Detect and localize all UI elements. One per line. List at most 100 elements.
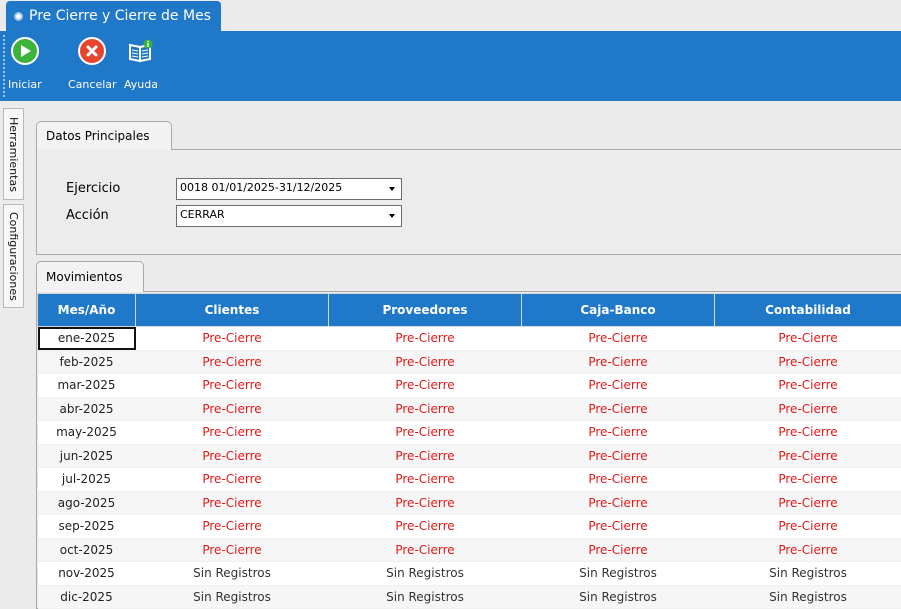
status-cell[interactable]: Pre-Cierre [135,491,329,515]
status-cell[interactable]: Pre-Cierre [521,514,715,539]
grid-header-row: Mes/Año Clientes Proveedores Caja-Banco … [37,293,901,327]
status-cell[interactable]: Sin Registros [521,561,715,586]
status-cell[interactable]: Pre-Cierre [714,444,901,468]
status-cell[interactable]: Pre-Cierre [135,444,329,468]
month-cell[interactable]: feb-2025 [37,350,136,374]
month-cell[interactable]: abr-2025 [37,397,136,421]
status-cell[interactable]: Pre-Cierre [521,444,715,468]
status-cell[interactable]: Pre-Cierre [714,373,901,398]
month-cell[interactable]: oct-2025 [37,538,136,562]
window-title-tab[interactable]: Pre Cierre y Cierre de Mes [6,1,221,31]
column-header[interactable]: Caja-Banco [521,293,715,327]
status-cell[interactable]: Pre-Cierre [135,538,329,562]
ejercicio-value: 0018 01/01/2025-31/12/2025 [180,181,343,194]
table-row[interactable]: may-2025 Pre-Cierre Pre-Cierre Pre-Cierre Pr… [37,420,901,445]
table-row[interactable]: sep-2025 Pre-Cierre Pre-Cierre Pre-Cierre Pr… [37,514,901,539]
tab-herramientas[interactable]: Herramientas [3,108,24,200]
table-row[interactable]: mar-2025 Pre-Cierre Pre-Cierre Pre-Cierre Pr… [37,373,901,398]
status-cell[interactable]: Pre-Cierre [328,397,522,421]
ayuda-button[interactable]: Ayuda [124,37,158,91]
table-row[interactable]: jun-2025 Pre-Cierre Pre-Cierre Pre-Cierre Pr… [37,444,901,468]
status-cell[interactable]: Sin Registros [328,561,522,586]
status-cell[interactable]: Pre-Cierre [135,420,329,445]
status-cell[interactable]: Pre-Cierre [135,373,329,398]
month-cell[interactable]: may-2025 [37,420,136,445]
movimientos-label: Movimientos [46,270,123,284]
accion-select[interactable]: CERRAR [176,205,402,227]
table-row[interactable]: abr-2025 Pre-Cierre Pre-Cierre Pre-Cierre Pr… [37,397,901,421]
status-cell[interactable]: Pre-Cierre [328,444,522,468]
ayuda-label: Ayuda [124,78,158,91]
status-cell[interactable]: Pre-Cierre [328,420,522,445]
status-cell[interactable]: Sin Registros [521,585,715,609]
status-cell[interactable]: Pre-Cierre [135,397,329,421]
toolbar-ribbon: Iniciar Cancelar Ayuda [0,31,901,101]
table-row[interactable]: ago-2025 Pre-Cierre Pre-Cierre Pre-Cierre Pr… [37,491,901,515]
table-row[interactable]: ene-2025 Pre-Cierre Pre-Cierre Pre-Cierre Pr… [37,326,901,351]
status-cell[interactable]: Pre-Cierre [714,397,901,421]
month-cell[interactable]: mar-2025 [37,373,136,398]
column-header[interactable]: Contabilidad [714,293,901,327]
ejercicio-select[interactable]: 0018 01/01/2025-31/12/2025 [176,178,402,200]
table-row[interactable]: nov-2025 Sin Registros Sin Registros Sin Re… [37,561,901,586]
status-cell[interactable]: Pre-Cierre [521,538,715,562]
status-cell[interactable]: Pre-Cierre [521,397,715,421]
month-cell[interactable]: nov-2025 [37,561,136,586]
table-row[interactable]: jul-2025 Pre-Cierre Pre-Cierre Pre-Cierre Pr… [37,467,901,492]
month-cell[interactable]: ene-2025 [37,326,136,351]
table-row[interactable]: dic-2025 Sin Registros Sin Registros Sin Re… [37,585,901,609]
tab-datos-principales[interactable]: Datos Principales [36,121,172,150]
month-cell[interactable]: sep-2025 [37,514,136,539]
status-cell[interactable]: Pre-Cierre [521,373,715,398]
status-cell[interactable]: Pre-Cierre [714,350,901,374]
book-info-icon [127,37,155,65]
status-cell[interactable]: Sin Registros [135,585,329,609]
tab-configuraciones[interactable]: Configuraciones [3,204,24,308]
status-cell[interactable]: Pre-Cierre [521,350,715,374]
tab-movimientos[interactable]: Movimientos [36,261,144,292]
month-cell[interactable]: ago-2025 [37,491,136,515]
status-cell[interactable]: Pre-Cierre [328,467,522,492]
status-cell[interactable]: Pre-Cierre [521,326,715,351]
title-strip: Pre Cierre y Cierre de Mes [0,0,901,31]
status-cell[interactable]: Pre-Cierre [135,326,329,351]
status-cell[interactable]: Pre-Cierre [328,538,522,562]
status-cell[interactable]: Pre-Cierre [135,467,329,492]
status-cell[interactable]: Pre-Cierre [328,514,522,539]
cancelar-button[interactable]: Cancelar [68,37,117,91]
status-cell[interactable]: Pre-Cierre [135,350,329,374]
table-row[interactable]: feb-2025 Pre-Cierre Pre-Cierre Pre-Cierre Pr… [37,350,901,374]
status-cell[interactable]: Sin Registros [714,561,901,586]
status-cell[interactable]: Sin Registros [328,585,522,609]
status-cell[interactable]: Pre-Cierre [521,467,715,492]
status-cell[interactable]: Pre-Cierre [328,326,522,351]
status-cell[interactable]: Pre-Cierre [521,491,715,515]
status-cell[interactable]: Pre-Cierre [714,467,901,492]
status-cell[interactable]: Pre-Cierre [714,326,901,351]
window-title: Pre Cierre y Cierre de Mes [29,8,211,24]
column-header[interactable]: Mes/Año [37,293,136,327]
tab-herramientas-label: Herramientas [7,116,20,192]
month-cell[interactable]: jul-2025 [37,467,136,492]
status-cell[interactable]: Pre-Cierre [714,420,901,445]
status-cell[interactable]: Pre-Cierre [328,373,522,398]
column-header[interactable]: Proveedores [328,293,522,327]
status-cell[interactable]: Pre-Cierre [521,420,715,445]
iniciar-button[interactable]: Iniciar [8,37,42,91]
status-cell[interactable]: Sin Registros [135,561,329,586]
datos-principales-panel: Ejercicio 0018 01/01/2025-31/12/2025 Acc… [36,149,901,255]
status-cell[interactable]: Pre-Cierre [714,514,901,539]
status-cell[interactable]: Pre-Cierre [714,538,901,562]
side-tab-strip: Herramientas Configuraciones [0,101,27,609]
status-cell[interactable]: Sin Registros [714,585,901,609]
column-header[interactable]: Clientes [135,293,329,327]
status-cell[interactable]: Pre-Cierre [328,491,522,515]
month-cell[interactable]: jun-2025 [37,444,136,468]
month-cell[interactable]: dic-2025 [37,585,136,609]
table-row[interactable]: oct-2025 Pre-Cierre Pre-Cierre Pre-Cierre Pr… [37,538,901,562]
status-cell[interactable]: Pre-Cierre [328,350,522,374]
cancel-circle-icon [78,37,107,65]
status-cell[interactable]: Pre-Cierre [135,514,329,539]
status-cell[interactable]: Pre-Cierre [714,491,901,515]
movimientos-grid: Mes/Año Clientes Proveedores Caja-Banco … [37,293,901,609]
